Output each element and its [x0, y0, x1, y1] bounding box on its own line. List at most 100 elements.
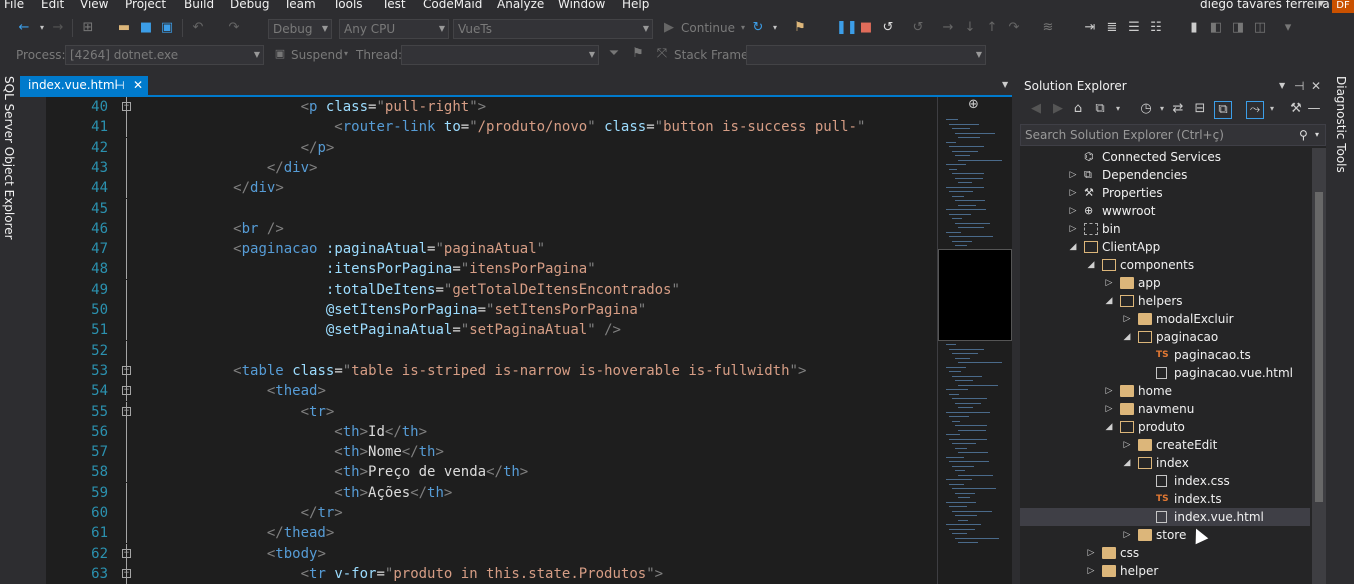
user-dropdown-icon[interactable]: ▼ [1318, 0, 1324, 9]
code-line[interactable]: 48 :itensPorPagina="itensPorPagina" [20, 259, 937, 280]
code-line[interactable]: 47 <paginacao :paginaAtual="paginaAtual" [20, 239, 937, 260]
tree-item-produto[interactable]: ◢ produto [1020, 418, 1310, 436]
switch-views-dropdown-icon[interactable]: ▾ [1110, 101, 1126, 117]
panel-splitter[interactable] [1012, 70, 1020, 584]
properties-wrench-icon[interactable]: ⚒ [1288, 101, 1304, 117]
collapse-icon[interactable]: ◢ [1122, 328, 1132, 346]
more-icon[interactable]: — [1306, 101, 1322, 117]
restart-icon[interactable]: ↺ [880, 20, 896, 36]
tree-item-helper[interactable]: ▷ helper [1020, 562, 1310, 580]
expand-icon[interactable]: ▷ [1068, 184, 1078, 202]
code-line[interactable]: 40 − <p class="pull-right"> [20, 97, 937, 117]
suspend-icon[interactable]: ▣ [272, 46, 288, 62]
collapse-region-icon[interactable]: − [122, 568, 131, 578]
tree-item-components[interactable]: ◢ components [1020, 256, 1310, 274]
back-dropdown-icon[interactable]: ▾ [34, 20, 50, 36]
expand-icon[interactable]: ▷ [1122, 310, 1132, 328]
threads-icon[interactable]: ≋ [1040, 20, 1056, 36]
tree-item-index-ts[interactable]: TS index.ts [1020, 490, 1310, 508]
new-project-icon[interactable]: ⊞ [80, 20, 96, 36]
menu-window[interactable]: Window [558, 0, 605, 10]
tree-item-modalexcluir[interactable]: ▷ modalExcluir [1020, 310, 1310, 328]
prev-bookmark-icon[interactable]: ◧ [1208, 20, 1224, 36]
menu-analyze[interactable]: Analyze [497, 0, 544, 10]
open-file-icon[interactable]: ▬ [116, 20, 132, 36]
code-line[interactable]: 53 − <table class="table is-striped is-na… [20, 360, 937, 381]
solution-explorer-search-input[interactable]: Search Solution Explorer (Ctrl+ç) ⚲ ▾ [1020, 124, 1326, 146]
code-line[interactable]: 44 </div> [20, 178, 937, 199]
tree-item-navmenu[interactable]: ▷ navmenu [1020, 400, 1310, 418]
scrollbar-thumb[interactable] [1315, 192, 1323, 502]
tree-item-index[interactable]: ◢ index [1020, 454, 1310, 472]
code-line[interactable]: 49 :totalDeItens="getTotalDeItensEncontr… [20, 279, 937, 300]
flag-icon[interactable]: ⚑ [792, 20, 808, 36]
code-line[interactable]: 58 <th>Preço de venda</th> [20, 462, 937, 483]
code-line[interactable]: 45 [20, 198, 937, 219]
code-line[interactable]: 60 </tr> [20, 503, 937, 523]
suspend-button[interactable]: Suspend [291, 48, 343, 62]
expand-icon[interactable]: ▷ [1068, 166, 1078, 184]
comment-icon[interactable]: ☰ [1126, 20, 1142, 36]
expand-icon[interactable]: ▷ [1122, 436, 1132, 454]
code-line[interactable]: 50 @setItensPorPagina="setItensPorPagina… [20, 300, 937, 320]
expand-icon[interactable]: ▷ [1086, 544, 1096, 562]
back-icon[interactable]: ← [16, 20, 32, 36]
tree-item-properties[interactable]: ▷ ⚒ Properties [1020, 184, 1310, 202]
toolbar-options-icon[interactable]: ▾ [1280, 20, 1296, 36]
collapse-region-icon[interactable]: − [122, 365, 131, 375]
home-icon[interactable]: ⌂ [1070, 101, 1086, 117]
menu-codemaid[interactable]: CodeMaid [423, 0, 482, 10]
auto-hide-pin-icon[interactable]: ⊣ [1294, 76, 1304, 96]
expand-icon[interactable]: ▷ [1068, 220, 1078, 238]
refresh-dropdown-icon[interactable]: ▾ [767, 20, 783, 36]
diagnostic-tools-tab[interactable]: Diagnostic Tools [1334, 76, 1348, 173]
pin-icon[interactable]: ⊣ [115, 76, 125, 95]
minimap-viewport[interactable] [938, 249, 1012, 341]
tree-item-store[interactable]: ▷ store [1020, 526, 1310, 544]
tree-item-helpers[interactable]: ◢ helpers [1020, 292, 1310, 310]
menu-team[interactable]: Team [284, 0, 316, 10]
tree-item-paginacao-ts[interactable]: TS paginacao.ts [1020, 346, 1310, 364]
continue-button[interactable]: Continue [681, 21, 735, 35]
save-all-icon[interactable]: ▣ [159, 20, 175, 36]
menu-edit[interactable]: Edit [41, 0, 64, 10]
code-line[interactable]: 41 <router-link to="/produto/novo" class… [20, 117, 937, 138]
sync-with-document-icon[interactable]: ⇄ [1170, 101, 1186, 117]
save-icon[interactable]: ■ [138, 20, 154, 36]
collapse-region-icon[interactable]: − [122, 386, 131, 396]
forward-icon[interactable]: → [50, 20, 66, 36]
collapse-icon[interactable]: ◢ [1086, 256, 1096, 274]
menu-debug[interactable]: Debug [230, 0, 269, 10]
tree-item-paginacao[interactable]: ◢ paginacao [1020, 328, 1310, 346]
step-over-icon[interactable]: → [940, 20, 956, 36]
menu-help[interactable]: Help [622, 0, 649, 10]
next-bookmark-icon[interactable]: ◨ [1230, 20, 1246, 36]
continue-dropdown-icon[interactable]: ▾ [735, 20, 751, 36]
code-line[interactable]: 52 [20, 340, 937, 361]
code-line[interactable]: 61 </thead> [20, 523, 937, 544]
menu-file[interactable]: File [4, 0, 24, 10]
window-position-icon[interactable]: ▼ [1279, 76, 1285, 96]
menu-build[interactable]: Build [184, 0, 214, 10]
uncomment-icon[interactable]: ☷ [1148, 20, 1164, 36]
close-icon[interactable]: ✕ [133, 76, 143, 95]
step-back-icon[interactable]: ↷ [1006, 20, 1022, 36]
collapse-region-icon[interactable]: − [122, 548, 131, 558]
tree-item-index-css[interactable]: index.css [1020, 472, 1310, 490]
refresh-icon[interactable]: ↻ [750, 20, 766, 36]
code-line[interactable]: 62 − <tbody> [20, 543, 937, 564]
expand-icon[interactable]: ▷ [1086, 562, 1096, 580]
editor-minimap[interactable]: ⊕ [937, 97, 1013, 584]
split-editor-icon[interactable]: ⊕ [968, 97, 979, 112]
filter-icon[interactable]: ⏷ [606, 46, 622, 62]
collapse-all-icon[interactable]: ⊟ [1192, 101, 1208, 117]
tree-item-paginacao-vue-html[interactable]: paginacao.vue.html [1020, 364, 1310, 382]
collapse-icon[interactable]: ◢ [1104, 292, 1114, 310]
code-line[interactable]: 42 </p> [20, 137, 937, 158]
tab-index-vue-html[interactable]: index.vue.html ⊣ ✕ [20, 76, 148, 95]
code-line[interactable]: 63 − <tr v-for="produto in this.state.Pro… [20, 563, 937, 584]
tree-item-dependencies[interactable]: ▷ ⧉ Dependencies [1020, 166, 1310, 184]
show-next-statement-icon[interactable]: ↺ [910, 20, 926, 36]
pause-icon[interactable]: ❚❚ [836, 20, 858, 36]
user-name[interactable]: diego tavares ferreira [1200, 0, 1330, 10]
